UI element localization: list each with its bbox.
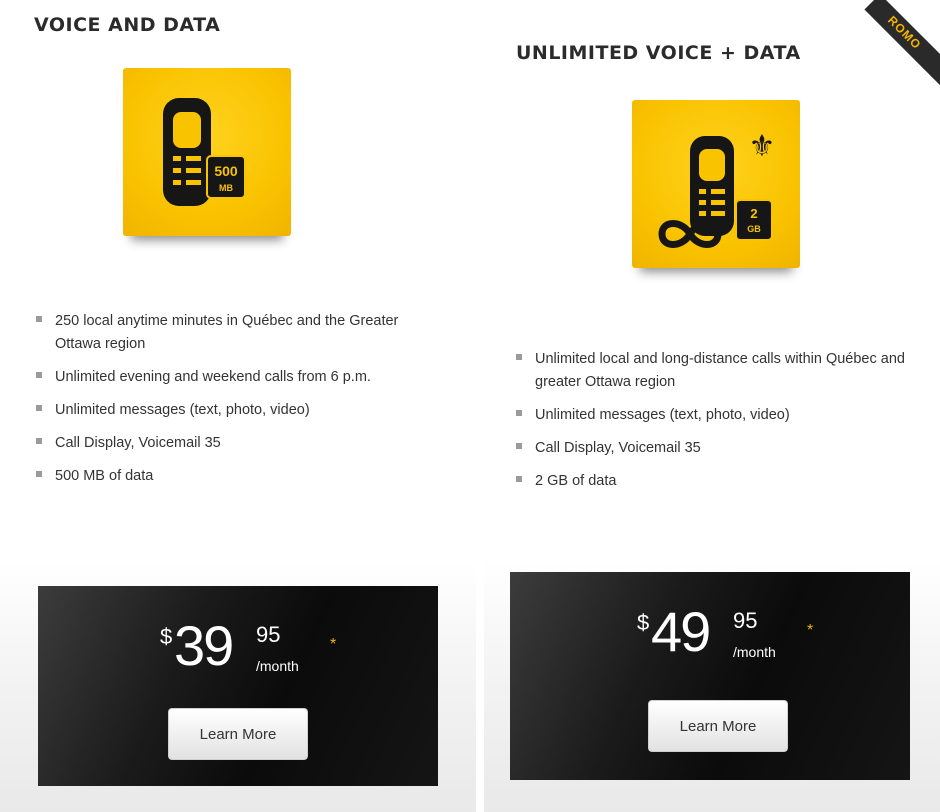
- price-asterisk: *: [807, 622, 814, 639]
- plan-title: VOICE AND DATA: [34, 14, 221, 36]
- bullet-icon: [36, 372, 42, 378]
- price-box: $ 49 95 /month * Learn More: [510, 572, 910, 780]
- price-cents: 95: [733, 608, 758, 633]
- phone-unlimited-2gb-icon: 2 GB ⚜: [632, 100, 800, 268]
- learn-more-button[interactable]: Learn More: [168, 708, 308, 760]
- bullet-icon: [36, 405, 42, 411]
- bullet-icon: [36, 316, 42, 322]
- icon-badge-top: 500: [214, 163, 238, 179]
- feature-item: Call Display, Voicemail 35: [36, 432, 436, 455]
- phone-500mb-icon: 500 MB: [123, 68, 291, 236]
- column-divider: [476, 0, 484, 812]
- feature-item: 2 GB of data: [516, 470, 936, 493]
- icon-badge-bottom: MB: [219, 183, 233, 193]
- bullet-icon: [516, 354, 522, 360]
- price-period: /month: [256, 658, 299, 674]
- icon-badge-top: 2: [750, 206, 757, 221]
- bullet-icon: [36, 471, 42, 477]
- plan-card-unlimited-voice-data: UNLIMITED VOICE + DATA 2 GB ⚜ Unlimited …: [484, 0, 940, 812]
- feature-item: Unlimited evening and weekend calls from…: [36, 366, 436, 389]
- price-period: /month: [733, 644, 776, 660]
- feature-item: Call Display, Voicemail 35: [516, 437, 936, 460]
- price-amount: 39: [174, 614, 234, 677]
- bullet-icon: [516, 443, 522, 449]
- feature-item: Unlimited local and long-distance calls …: [516, 348, 936, 394]
- fleur-de-lis-icon: ⚜: [749, 129, 776, 164]
- feature-item: Unlimited messages (text, photo, video): [36, 399, 436, 422]
- feature-list: 250 local anytime minutes in Québec and …: [36, 310, 436, 498]
- feature-item: Unlimited messages (text, photo, video): [516, 404, 936, 427]
- price-asterisk: *: [330, 636, 337, 653]
- learn-more-button[interactable]: Learn More: [648, 700, 788, 752]
- bullet-icon: [516, 476, 522, 482]
- plan-title: UNLIMITED VOICE + DATA: [516, 42, 801, 64]
- bullet-icon: [516, 410, 522, 416]
- feature-list: Unlimited local and long-distance calls …: [516, 348, 936, 503]
- price-box: $ 39 95 /month * Learn More: [38, 586, 438, 786]
- price-amount: 49: [651, 600, 711, 663]
- feature-item: 500 MB of data: [36, 465, 436, 488]
- price-currency: $: [160, 624, 173, 649]
- price-currency: $: [637, 610, 650, 635]
- bullet-icon: [36, 438, 42, 444]
- price-cents: 95: [256, 622, 281, 647]
- icon-badge-bottom: GB: [747, 224, 761, 234]
- plan-card-voice-and-data: VOICE AND DATA 500 MB 250 local anytime …: [0, 0, 476, 812]
- feature-item: 250 local anytime minutes in Québec and …: [36, 310, 436, 356]
